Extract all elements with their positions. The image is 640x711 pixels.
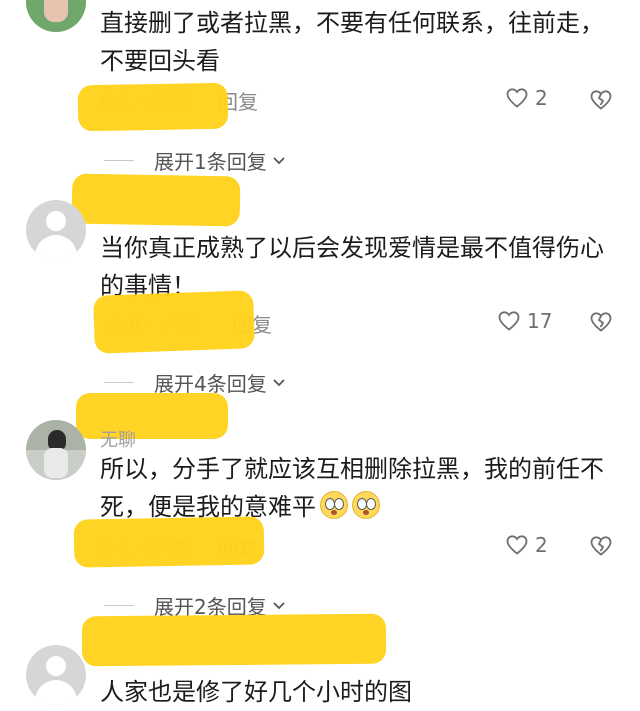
divider-line <box>104 382 134 383</box>
dislike-button-2[interactable] <box>589 310 613 338</box>
chevron-down-icon <box>273 378 285 386</box>
comment-username-3: 无聊 <box>100 430 136 451</box>
comment-avatar-2[interactable] <box>26 200 86 260</box>
like-count-3: 2 <box>535 533 548 557</box>
comment-avatar-4[interactable] <box>26 645 86 705</box>
heart-outline-icon <box>506 535 528 555</box>
broken-heart-outline-icon <box>590 312 612 332</box>
heart-outline-icon <box>506 88 528 108</box>
redaction-mark <box>77 82 229 132</box>
comment-avatar-3[interactable] <box>26 420 86 480</box>
expand-replies-1[interactable]: 展开1条回复 <box>104 146 287 175</box>
redaction-mark <box>73 516 265 568</box>
like-button-2[interactable]: 17 <box>497 309 552 333</box>
dislike-button-3[interactable] <box>589 534 613 562</box>
like-count-1: 2 <box>535 86 548 110</box>
comment-text-3: 所以，分手了就应该互相删除拉黑，我的前任不死，便是我的意难平 <box>100 455 604 521</box>
heart-outline-icon <box>498 311 520 331</box>
dislike-button-1[interactable] <box>589 88 613 116</box>
redaction-mark <box>81 613 387 667</box>
broken-heart-outline-icon <box>590 90 612 110</box>
like-button-1[interactable]: 2 <box>505 86 548 110</box>
comment-avatar-1[interactable] <box>26 0 86 32</box>
flushed-face-emoji-icon <box>352 491 380 519</box>
redaction-mark <box>93 290 255 354</box>
chevron-down-icon <box>273 156 285 164</box>
like-button-3[interactable]: 2 <box>505 533 548 557</box>
like-count-2: 17 <box>527 309 553 333</box>
chevron-down-icon <box>273 601 285 609</box>
divider-line <box>104 160 134 161</box>
broken-heart-outline-icon <box>590 536 612 556</box>
redaction-mark <box>71 173 241 227</box>
comment-text-1: 直接删了或者拉黑，不要有任何联系，往前走，不要回头看 <box>100 9 604 75</box>
divider-line <box>104 605 134 606</box>
comment-text-4: 人家也是修了好几个小时的图 <box>100 678 412 706</box>
expand-replies-label-1: 展开1条回复 <box>154 150 267 174</box>
redaction-mark <box>76 393 228 439</box>
flushed-face-emoji-icon <box>320 491 348 519</box>
